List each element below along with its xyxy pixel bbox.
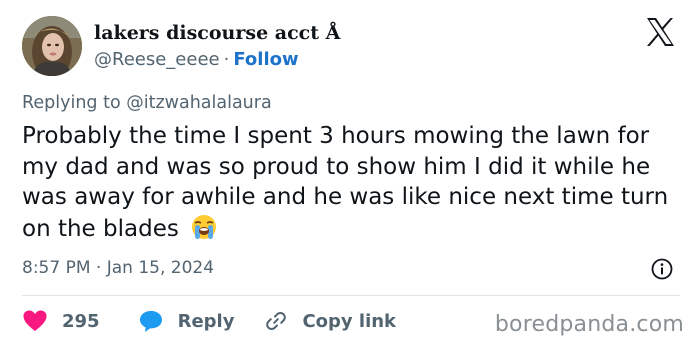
like-count: 295: [62, 310, 100, 332]
copy-link-label: Copy link: [302, 310, 397, 332]
avatar-image: [22, 16, 82, 76]
watermark: boredpanda.com: [494, 312, 684, 337]
avatar[interactable]: [22, 16, 82, 76]
tweet-card: lakers discourse acct Å @Reese_eeee · Foll…: [0, 0, 700, 348]
action-bar: 295 Reply Copy link: [22, 306, 396, 336]
link-icon: [266, 311, 287, 331]
display-name[interactable]: lakers discourse acct Å: [94, 22, 340, 44]
heart-icon: [23, 310, 47, 331]
follow-button[interactable]: Follow: [233, 49, 298, 70]
like-button[interactable]: 295: [22, 309, 100, 333]
copy-link-button[interactable]: Copy link: [264, 309, 396, 333]
replying-prefix: Replying to: [22, 93, 121, 113]
reply-label: Reply: [177, 310, 235, 332]
reply-mention-link[interactable]: @itzwahalalaura: [126, 93, 271, 113]
reply-bubble-icon: [139, 311, 162, 332]
timestamp[interactable]: 8:57 PM · Jan 15, 2024: [22, 258, 214, 278]
handle-row: @Reese_eeee · Follow: [94, 49, 299, 70]
tweet-text: Probably the time I spent 3 hours mowing…: [22, 121, 682, 244]
user-handle[interactable]: @Reese_eeee: [94, 49, 220, 70]
loudly-crying-face-icon: [190, 213, 218, 241]
divider: [22, 295, 680, 296]
tweet-body: Probably the time I spent 3 hours mowing…: [22, 123, 669, 242]
x-logo-icon[interactable]: [644, 16, 676, 48]
replying-to: Replying to @itzwahalalaura: [22, 93, 272, 113]
separator-dot: ·: [223, 49, 230, 70]
info-icon[interactable]: [650, 257, 674, 281]
reply-button[interactable]: Reply: [138, 309, 235, 333]
